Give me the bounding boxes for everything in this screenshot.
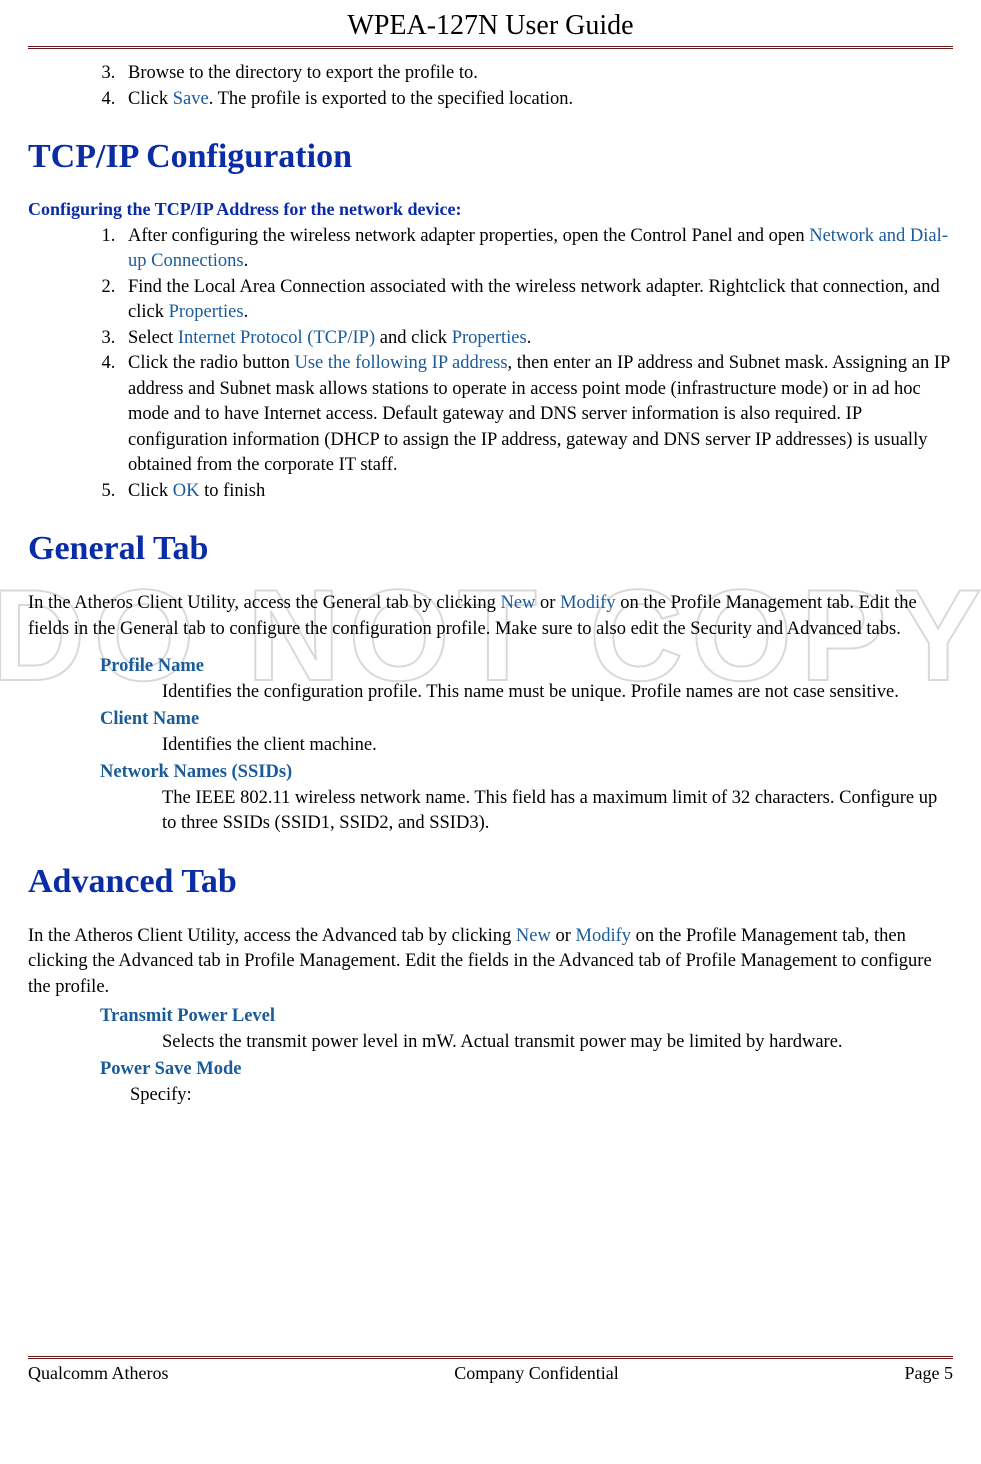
new-link: New	[500, 593, 535, 613]
list-item: After configuring the wireless network a…	[120, 224, 953, 275]
tcp-subheading: Configuring the TCP/IP Address for the n…	[28, 197, 953, 222]
properties-link: Properties	[169, 302, 244, 322]
list-item: Browse to the directory to export the pr…	[120, 61, 953, 87]
general-definitions: Profile Name Identifies the configuratio…	[100, 654, 953, 837]
text: In the Atheros Client Utility, access th…	[28, 593, 500, 613]
def-term: Profile Name	[100, 654, 953, 680]
tcp-heading: TCP/IP Configuration	[28, 134, 953, 181]
list-item: Click Save. The profile is exported to t…	[120, 87, 953, 113]
header-rule	[28, 46, 953, 49]
list-text-post: . The profile is exported to the specifi…	[209, 89, 573, 109]
advanced-heading: Advanced Tab	[28, 859, 953, 906]
text: .	[244, 302, 249, 322]
text: .	[244, 251, 249, 271]
modify-link: Modify	[576, 926, 632, 946]
def-term: Network Names (SSIDs)	[100, 760, 953, 786]
def-term: Transmit Power Level	[100, 1004, 953, 1030]
list-text: Browse to the directory to export the pr…	[128, 63, 478, 83]
text: or	[551, 926, 576, 946]
use-ip-link: Use the following IP address	[294, 353, 507, 373]
save-link: Save	[173, 89, 209, 109]
list-text-pre: Click	[128, 89, 173, 109]
advanced-paragraph: In the Atheros Client Utility, access th…	[28, 924, 953, 1001]
def-desc: Specify:	[130, 1083, 953, 1109]
text: or	[535, 593, 560, 613]
text: In the Atheros Client Utility, access th…	[28, 926, 516, 946]
footer-left: Qualcomm Atheros	[28, 1363, 168, 1384]
general-heading: General Tab	[28, 526, 953, 573]
list-item: Click OK to finish	[120, 479, 953, 505]
text: After configuring the wireless network a…	[128, 226, 809, 246]
list-item: Click the radio button Use the following…	[120, 351, 953, 479]
text: Find the Local Area Connection associate…	[128, 277, 940, 323]
list-item: Select Internet Protocol (TCP/IP) and cl…	[120, 326, 953, 352]
properties-link: Properties	[452, 328, 527, 348]
footer-right: Page 5	[905, 1363, 954, 1384]
text: to finish	[199, 481, 265, 501]
new-link: New	[516, 926, 551, 946]
def-desc: Selects the transmit power level in mW. …	[162, 1030, 953, 1056]
text: .	[527, 328, 532, 348]
page-footer: Qualcomm Atheros Company Confidential Pa…	[28, 1359, 953, 1388]
page-header-title: WPEA-127N User Guide	[28, 10, 953, 46]
def-desc: The IEEE 802.11 wireless network name. T…	[162, 786, 953, 837]
text: Click	[128, 481, 173, 501]
general-paragraph: In the Atheros Client Utility, access th…	[28, 591, 953, 642]
advanced-definitions: Transmit Power Level Selects the transmi…	[100, 1004, 953, 1108]
tcp-steps-list: After configuring the wireless network a…	[28, 224, 953, 505]
def-term: Client Name	[100, 707, 953, 733]
tcpip-link: Internet Protocol (TCP/IP)	[178, 328, 375, 348]
ok-link: OK	[173, 481, 200, 501]
def-desc: Identifies the configuration profile. Th…	[162, 680, 953, 706]
def-term: Power Save Mode	[100, 1057, 953, 1083]
footer-center: Company Confidential	[454, 1363, 618, 1384]
text: Click the radio button	[128, 353, 294, 373]
def-desc: Identifies the client machine.	[162, 733, 953, 759]
list-item: Find the Local Area Connection associate…	[120, 275, 953, 326]
export-steps-list: Browse to the directory to export the pr…	[28, 61, 953, 112]
text: and click	[375, 328, 452, 348]
text: Select	[128, 328, 178, 348]
modify-link: Modify	[560, 593, 616, 613]
